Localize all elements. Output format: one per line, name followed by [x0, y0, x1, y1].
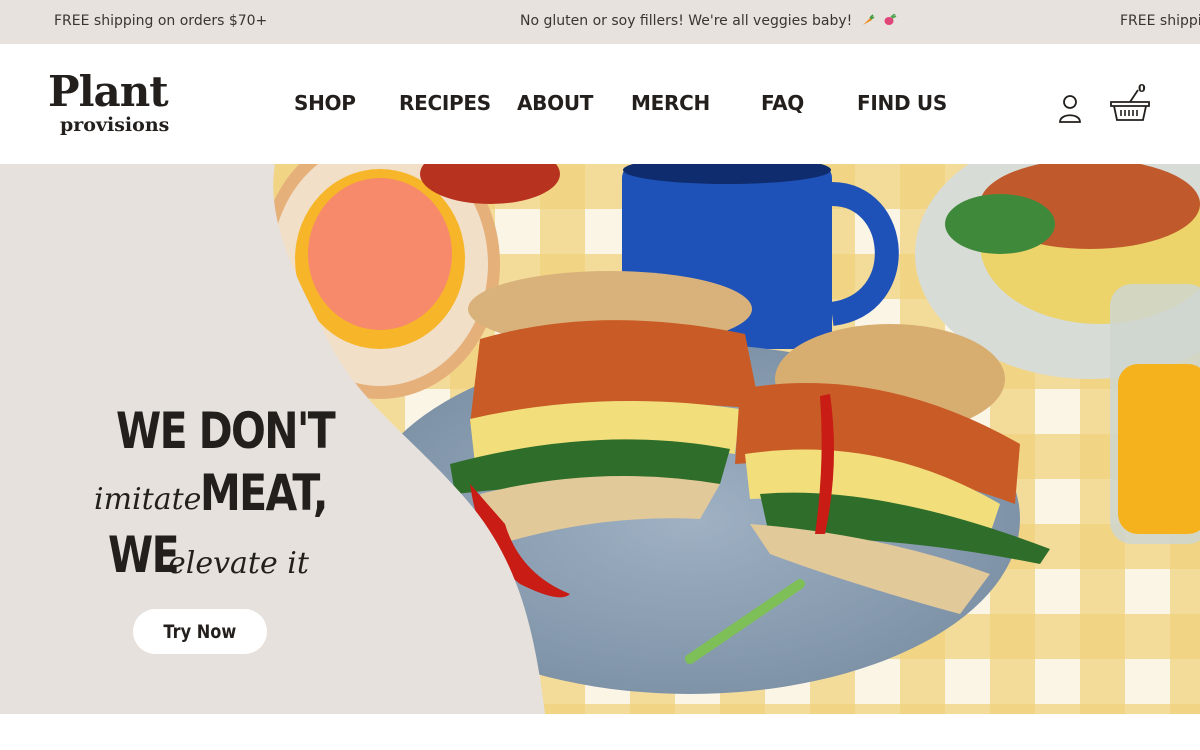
cart-count-badge: 0: [1138, 82, 1146, 95]
hero-banner: WE DON'T imitate MEAT, WE elevate it Try…: [0, 164, 1200, 714]
brand-logo-line1: Plant: [48, 67, 169, 116]
announcement-message: No gluten or soy fillers! We're all vegg…: [520, 13, 897, 29]
user-icon[interactable]: [1058, 94, 1082, 124]
carrot-emoji-icon: [862, 14, 875, 25]
page-content-start: [0, 714, 1200, 750]
nav-item-merch[interactable]: MERCH: [631, 91, 710, 115]
nav-item-about[interactable]: ABOUT: [517, 91, 593, 115]
announcement-bar: FREE shipping on orders $70+ No gluten o…: [0, 0, 1200, 44]
announcement-message-text: No gluten or soy fillers! We're all vegg…: [520, 13, 853, 29]
hero-headline-line1: WE DON'T: [116, 402, 336, 460]
nav-item-find-us[interactable]: FIND US: [857, 91, 947, 115]
try-now-button[interactable]: Try Now: [133, 609, 267, 654]
site-header: Plant provisions SHOP RECIPES ABOUT MERC…: [0, 44, 1200, 164]
nav-item-shop[interactable]: SHOP: [294, 91, 356, 115]
beet-emoji-icon: [884, 14, 897, 25]
hero-headline-script-1: imitate: [94, 482, 202, 517]
try-now-label: Try Now: [163, 620, 237, 643]
nav-item-recipes[interactable]: RECIPES: [399, 91, 491, 115]
hero-text-panel: WE DON'T imitate MEAT, WE elevate it Try…: [0, 164, 420, 714]
brand-logo[interactable]: Plant provisions: [48, 70, 188, 140]
announcement-message: FREE shippi: [1120, 13, 1200, 29]
hero-headline-line2: MEAT,: [200, 464, 328, 522]
nav-item-faq[interactable]: FAQ: [761, 91, 804, 115]
brand-logo-line2: provisions: [60, 114, 170, 136]
hero-headline-script-2: elevate it: [168, 546, 309, 581]
announcement-message: FREE shipping on orders $70+: [54, 13, 268, 29]
